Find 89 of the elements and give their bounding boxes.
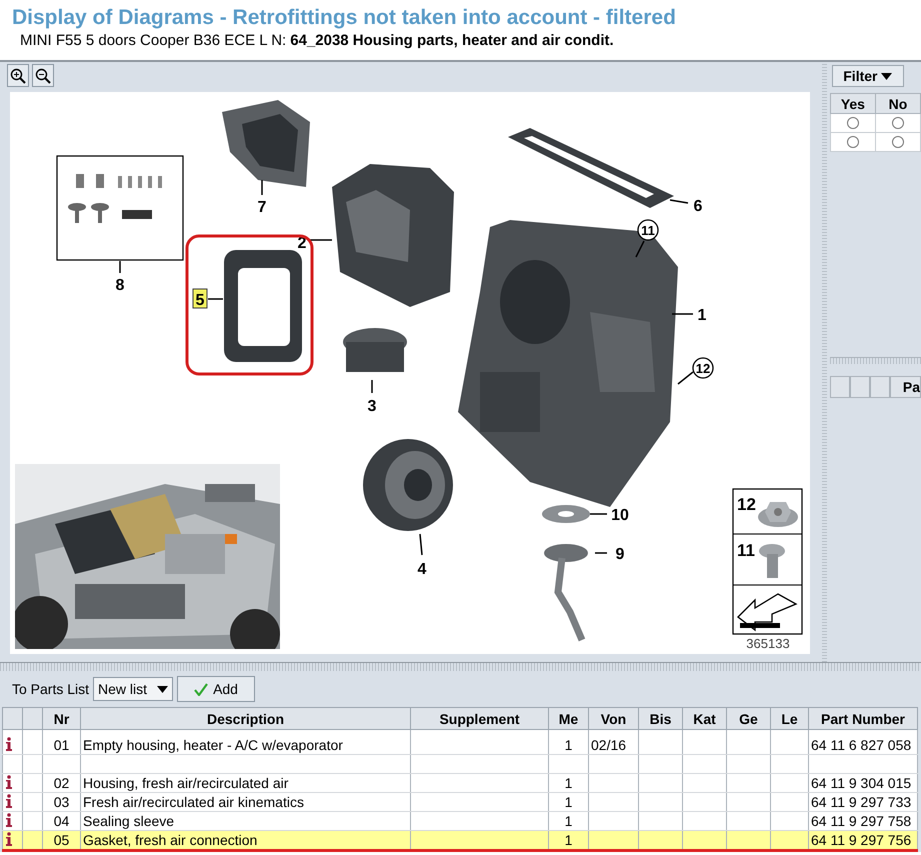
- leader-line: [590, 513, 607, 515]
- zoom-out-button[interactable]: [32, 64, 54, 87]
- leader-line: [261, 180, 263, 195]
- callout-number[interactable]: 8: [116, 277, 124, 294]
- leader-line: [672, 313, 693, 315]
- callout-number[interactable]: 11: [637, 219, 659, 241]
- column-header: Von: [588, 708, 638, 730]
- column-header: Yes: [830, 94, 876, 114]
- motor-drawing: [343, 328, 407, 372]
- callout-number[interactable]: 10: [611, 507, 629, 524]
- leader-line: [208, 298, 223, 300]
- zoom-in-button[interactable]: [7, 64, 29, 87]
- leader-line: [310, 239, 332, 241]
- table-cell: 1: [564, 832, 572, 848]
- column-header: Supplement: [410, 708, 548, 730]
- leader-line: [371, 380, 373, 393]
- table-cell: 03: [54, 794, 70, 810]
- table-cell: 64 11 9 297 758: [811, 813, 912, 829]
- callout-number[interactable]: 1: [698, 307, 706, 324]
- list-dropdown[interactable]: New list: [93, 677, 174, 701]
- callout-number[interactable]: 5: [192, 288, 208, 309]
- caret-icon: [881, 72, 892, 80]
- info-icon[interactable]: [5, 736, 13, 750]
- window-title: Display of Diagrams - Retrofittings not taken into account - filtered: [12, 6, 676, 30]
- table-cell: 64 11 9 304 015: [811, 775, 912, 791]
- table-cell: 02/16: [591, 737, 626, 753]
- table-cell: 1: [564, 737, 572, 753]
- table-cell: Sealing sleeve: [83, 813, 174, 829]
- table-cell: 05: [54, 832, 70, 848]
- filter-button[interactable]: Filter: [832, 65, 904, 87]
- callout-number[interactable]: 4: [418, 561, 426, 578]
- table-cell: 64 11 9 297 733: [811, 794, 912, 810]
- caret-icon: [157, 686, 168, 692]
- info-icon[interactable]: [5, 812, 13, 826]
- callout-number[interactable]: 6: [694, 198, 702, 215]
- add-button[interactable]: Add: [177, 676, 256, 702]
- table-cell: 04: [54, 813, 70, 829]
- fastener-number: 12: [737, 495, 756, 514]
- table-cell: 1: [564, 813, 572, 829]
- callout-number[interactable]: 3: [368, 398, 376, 415]
- radio-button[interactable]: [846, 116, 859, 129]
- table-cell: Housing, fresh air/recirculated air: [83, 775, 288, 791]
- callout-number[interactable]: 9: [616, 546, 624, 563]
- leader-line: [678, 371, 694, 385]
- column-header: No: [875, 94, 920, 114]
- column-header: Pa: [890, 376, 921, 398]
- table-cell: 1: [564, 775, 572, 791]
- column-header: Nr: [42, 708, 80, 730]
- group-title: 64_2038 Housing parts, heater and air condit.: [290, 32, 614, 49]
- column-header: Kat: [682, 708, 726, 730]
- image-number: 365133: [746, 636, 790, 651]
- table-cell: 01: [54, 737, 70, 753]
- radio-button[interactable]: [892, 136, 904, 148]
- fastener-number: 11: [737, 541, 755, 560]
- nut-icon: [758, 502, 798, 527]
- leader-line: [635, 240, 645, 258]
- table-cell: 02: [54, 775, 70, 791]
- vehicle-label: MINI F55 5 doors Cooper B36 ECE L N:: [20, 32, 286, 49]
- check-icon: [194, 682, 208, 696]
- parts-list-label: To Parts List: [12, 681, 90, 697]
- radio-button[interactable]: [846, 136, 859, 148]
- ring-drawing: [542, 505, 590, 523]
- leader-line: [419, 534, 423, 556]
- info-icon[interactable]: [5, 794, 13, 808]
- column-header: Bis: [638, 708, 682, 730]
- leader-line: [595, 552, 607, 554]
- info-icon[interactable]: [5, 832, 13, 846]
- leader-line: [119, 261, 121, 273]
- bolt-icon: [759, 544, 785, 578]
- leader-line: [670, 199, 688, 204]
- arrow-icon: [737, 593, 798, 632]
- callout-number[interactable]: 7: [258, 199, 266, 216]
- info-icon[interactable]: [5, 774, 13, 788]
- radio-button[interactable]: [892, 116, 904, 129]
- table-cell: Empty housing, heater - A/C w/evaporator: [83, 737, 343, 753]
- table-cell: 1: [564, 794, 572, 810]
- column-header: Le: [770, 708, 808, 730]
- column-header: [850, 376, 870, 398]
- column-header: Part Number: [808, 708, 918, 730]
- column-header: [870, 376, 890, 398]
- column-header: Ge: [726, 708, 770, 730]
- table-cell: Fresh air/recirculated air kinematics: [83, 794, 304, 810]
- callout-number[interactable]: 12: [692, 357, 714, 379]
- column-header: Description: [80, 708, 410, 730]
- column-header: Me: [548, 708, 588, 730]
- table-cell: Gasket, fresh air connection: [83, 832, 258, 848]
- column-header: [830, 376, 850, 398]
- table-cell: 64 11 6 827 058: [811, 737, 912, 753]
- table-cell: 64 11 9 297 756: [811, 832, 912, 848]
